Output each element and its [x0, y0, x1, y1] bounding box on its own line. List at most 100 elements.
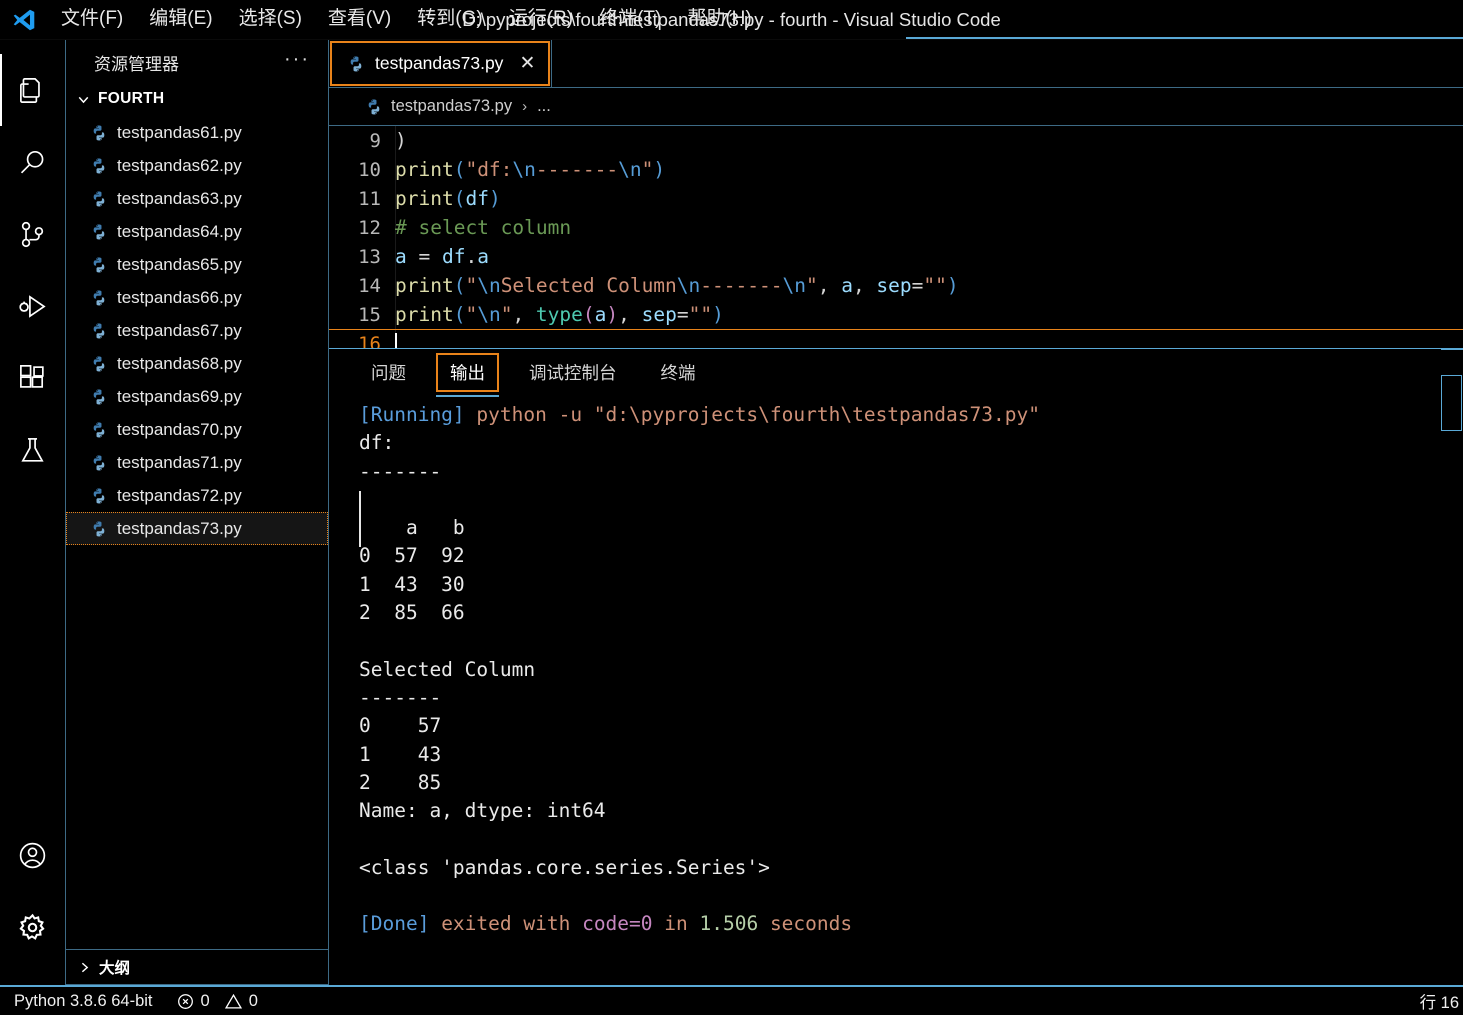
python-file-icon — [90, 289, 108, 307]
menu-terminal[interactable]: 终端(T) — [586, 5, 674, 34]
line-number: 11 — [358, 187, 381, 210]
activity-bar — [0, 40, 66, 985]
file-tree-item[interactable]: testpandas72.py — [66, 479, 328, 512]
warning-count: 0 — [248, 991, 258, 1010]
gear-icon — [17, 912, 48, 943]
editor-tab-bar: testpandas73.py ✕ — [329, 40, 1463, 88]
file-tree-item[interactable]: testpandas71.py — [66, 446, 328, 479]
folder-name: FOURTH — [98, 90, 165, 107]
line-number: 13 — [358, 245, 381, 268]
panel-tab-terminal[interactable]: 终端 — [647, 354, 710, 391]
outline-section-header[interactable]: 大纲 — [66, 949, 328, 985]
output-line: [Done] exited with code=0 in 1.506 secon… — [359, 912, 853, 936]
chevron-right-icon — [76, 959, 93, 976]
panel-tab-label: 调试控制台 — [529, 362, 617, 383]
code-line[interactable]: 10 print("df:\n-------\n") — [329, 155, 1463, 184]
text-cursor — [395, 332, 397, 348]
line-number: 15 — [358, 303, 381, 326]
file-tree-item[interactable]: testpandas66.py — [66, 281, 328, 314]
code-text: print("df:\n-------\n") — [395, 158, 666, 181]
activity-item-extensions[interactable] — [0, 342, 66, 414]
python-file-icon — [90, 223, 108, 241]
output-line: 0 57 92 — [359, 544, 465, 568]
explorer-more-actions-button[interactable]: ··· — [284, 49, 310, 76]
code-editor[interactable]: 9) 10 print("df:\n-------\n") 11 print(df) 12… — [329, 126, 1463, 348]
code-line[interactable]: 14 print("\nSelected Column\n-------\n", … — [329, 271, 1463, 300]
panel-tab-bar: 问题 输出 调试控制台 终端 — [329, 349, 1463, 397]
code-line[interactable]: 12 # select column — [329, 213, 1463, 242]
menu-help[interactable]: 帮助(H) — [674, 5, 764, 34]
file-tree-item[interactable]: testpandas69.py — [66, 380, 328, 413]
menu-edit[interactable]: 编辑(E) — [136, 5, 225, 34]
account-icon — [17, 840, 48, 871]
status-line-position[interactable]: 行 16 — [1420, 989, 1459, 1013]
file-tree-item[interactable]: testpandas67.py — [66, 314, 328, 347]
activity-item-testing[interactable] — [0, 414, 66, 486]
file-tree-item[interactable]: testpandas70.py — [66, 413, 328, 446]
menu-selection[interactable]: 选择(S) — [226, 5, 315, 34]
breadcrumb-file[interactable]: testpandas73.py — [391, 97, 512, 116]
activity-item-explorer[interactable] — [0, 54, 66, 126]
file-tree-item-label: testpandas73.py — [117, 518, 242, 538]
code-line[interactable]: 15 print("\n", type(a), sep="") — [329, 300, 1463, 329]
python-file-icon — [90, 520, 108, 538]
file-tree-item[interactable]: testpandas61.py — [66, 116, 328, 149]
python-file-icon — [90, 256, 108, 274]
file-tree-item[interactable]: testpandas62.py — [66, 149, 328, 182]
error-icon — [177, 993, 194, 1010]
output-line: a b — [359, 516, 465, 540]
menu-run[interactable]: 运行(R) — [496, 5, 586, 34]
output-line: 2 85 66 — [359, 601, 465, 625]
output-console[interactable]: [Running] python -u "d:\pyprojects\fourt… — [329, 395, 1463, 985]
activity-item-run-and-debug[interactable] — [0, 270, 66, 342]
line-position-label: 行 16 — [1419, 994, 1459, 1012]
code-line[interactable]: 13 a = df.a — [329, 242, 1463, 271]
panel-tab-output[interactable]: 输出 — [436, 352, 499, 397]
file-tree-item-label: testpandas71.py — [117, 452, 242, 472]
file-tree-item[interactable]: testpandas73.py — [66, 512, 328, 545]
file-tree-item-label: testpandas69.py — [117, 386, 242, 406]
output-text-artifact-bar — [359, 491, 361, 547]
file-tree-item[interactable]: testpandas63.py — [66, 182, 328, 215]
breadcrumb-tail[interactable]: ... — [537, 97, 551, 116]
code-text: a = df.a — [395, 245, 489, 268]
code-text: print(df) — [395, 187, 501, 210]
panel-tab-problems[interactable]: 问题 — [357, 354, 420, 391]
status-python-version[interactable]: Python 3.8.6 64-bit — [14, 992, 153, 1011]
search-icon — [17, 147, 48, 178]
code-line[interactable]: 11 print(df) — [329, 184, 1463, 213]
file-tree-item-label: testpandas63.py — [117, 188, 242, 208]
title-bar-accent-line — [906, 37, 1463, 39]
line-number: 10 — [358, 158, 381, 181]
python-file-icon — [90, 355, 108, 373]
editor-tab-testpandas73[interactable]: testpandas73.py ✕ — [329, 40, 553, 87]
editor-tab-label: testpandas73.py — [375, 53, 504, 73]
close-icon[interactable]: ✕ — [519, 54, 535, 73]
folder-section-fourth[interactable]: FOURTH — [66, 84, 328, 114]
menu-go[interactable]: 转到(G) — [404, 5, 495, 34]
status-problems[interactable]: 0 0 — [177, 992, 258, 1011]
line-number: 12 — [358, 216, 381, 239]
code-line[interactable]: 16 — [329, 329, 1463, 348]
file-tree-item[interactable]: testpandas64.py — [66, 215, 328, 248]
activity-item-source-control[interactable] — [0, 198, 66, 270]
file-tree-item[interactable]: testpandas68.py — [66, 347, 328, 380]
file-tree: testpandas61.py testpandas62.py testpandas… — [66, 114, 328, 949]
extensions-icon — [17, 363, 48, 394]
activity-item-settings[interactable] — [0, 891, 66, 963]
code-line[interactable]: 9) — [329, 126, 1463, 155]
activity-item-account[interactable] — [0, 819, 66, 891]
file-tree-item-label: testpandas62.py — [117, 155, 242, 175]
menu-view[interactable]: 查看(V) — [315, 5, 404, 34]
file-tree-item[interactable]: testpandas65.py — [66, 248, 328, 281]
explorer-files-icon — [17, 75, 48, 106]
code-text: print("\n", type(a), sep="") — [395, 303, 724, 326]
code-lines: 9) 10 print("df:\n-------\n") 11 print(df) 12… — [329, 126, 1463, 348]
activity-item-search[interactable] — [0, 126, 66, 198]
menu-file[interactable]: 文件(F) — [48, 5, 136, 34]
panel-tab-debug-console[interactable]: 调试控制台 — [515, 354, 631, 391]
